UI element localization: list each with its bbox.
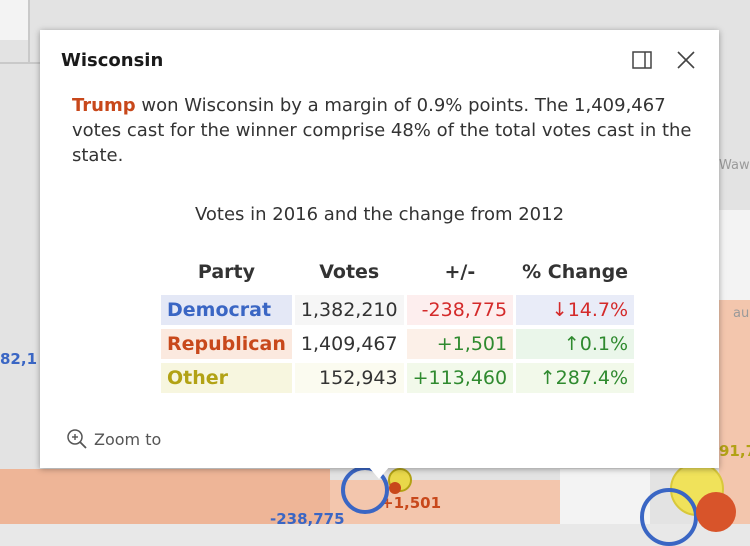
- dock-button[interactable]: [632, 51, 652, 69]
- pct-change-cell: ↓14.7%: [516, 295, 635, 325]
- map-town-label: Waw: [719, 158, 750, 173]
- table-row-democrat: Democrat 1,382,210 -238,775 ↓14.7%: [161, 295, 635, 325]
- map-vote-label-other: 91,7: [719, 442, 750, 460]
- map-town-label: ault: [733, 306, 750, 321]
- votes-table: Party Votes +/- % Change Democrat 1,382,…: [158, 255, 637, 397]
- table-header-row: Party Votes +/- % Change: [161, 259, 634, 291]
- table-row-other: Other 152,943 +113,460 ↑287.4%: [161, 363, 635, 393]
- map-lake: [0, 0, 30, 40]
- diff-cell: -238,775: [406, 295, 514, 325]
- pct-change-cell: ↑0.1%: [516, 329, 635, 359]
- popup-title: Wisconsin: [61, 50, 164, 71]
- zoom-to-button[interactable]: Zoom to: [66, 428, 161, 450]
- republican-bubble[interactable]: [696, 492, 736, 532]
- table-caption: Votes in 2016 and the change from 2012: [194, 204, 565, 225]
- column-header-diff: +/-: [444, 261, 476, 283]
- column-header-votes: Votes: [319, 261, 380, 283]
- column-header-party: Party: [197, 261, 255, 283]
- map-vote-label-democrat: -238,775: [270, 510, 345, 528]
- republican-bubble[interactable]: [389, 482, 401, 494]
- column-header-pct: % Change: [522, 261, 629, 283]
- summary-text: won Wisconsin by a margin of 0.9% points…: [72, 95, 692, 166]
- map-road: [28, 0, 30, 64]
- party-cell: Republican: [161, 329, 292, 359]
- close-button[interactable]: [675, 49, 697, 71]
- dock-side-icon: [632, 51, 652, 69]
- zoom-in-icon: [67, 429, 87, 449]
- map-road: [0, 62, 40, 64]
- pct-change-cell: ↑287.4%: [516, 363, 635, 393]
- diff-cell: +113,460: [406, 363, 514, 393]
- close-icon: [677, 51, 695, 69]
- zoom-to-label: Zoom to: [94, 429, 162, 449]
- map-vote-label-republican: +1,501: [381, 494, 442, 512]
- party-cell: Other: [161, 363, 292, 393]
- votes-cell: 1,382,210: [294, 295, 404, 325]
- votes-cell: 1,409,467: [294, 329, 404, 359]
- winner-name: Trump: [72, 95, 136, 116]
- popup-summary: Trump won Wisconsin by a margin of 0.9% …: [72, 93, 692, 168]
- state-popup: Wisconsin Trump won Wisconsin by a margi…: [40, 30, 719, 468]
- democrat-bubble[interactable]: [640, 488, 698, 546]
- map-vote-label-democrat: 82,1: [0, 350, 38, 368]
- map-lake: [560, 469, 650, 524]
- popup-pointer: [368, 466, 390, 479]
- table-row-republican: Republican 1,409,467 +1,501 ↑0.1%: [161, 329, 635, 359]
- diff-cell: +1,501: [406, 329, 514, 359]
- votes-cell: 152,943: [294, 363, 404, 393]
- party-cell: Democrat: [161, 295, 292, 325]
